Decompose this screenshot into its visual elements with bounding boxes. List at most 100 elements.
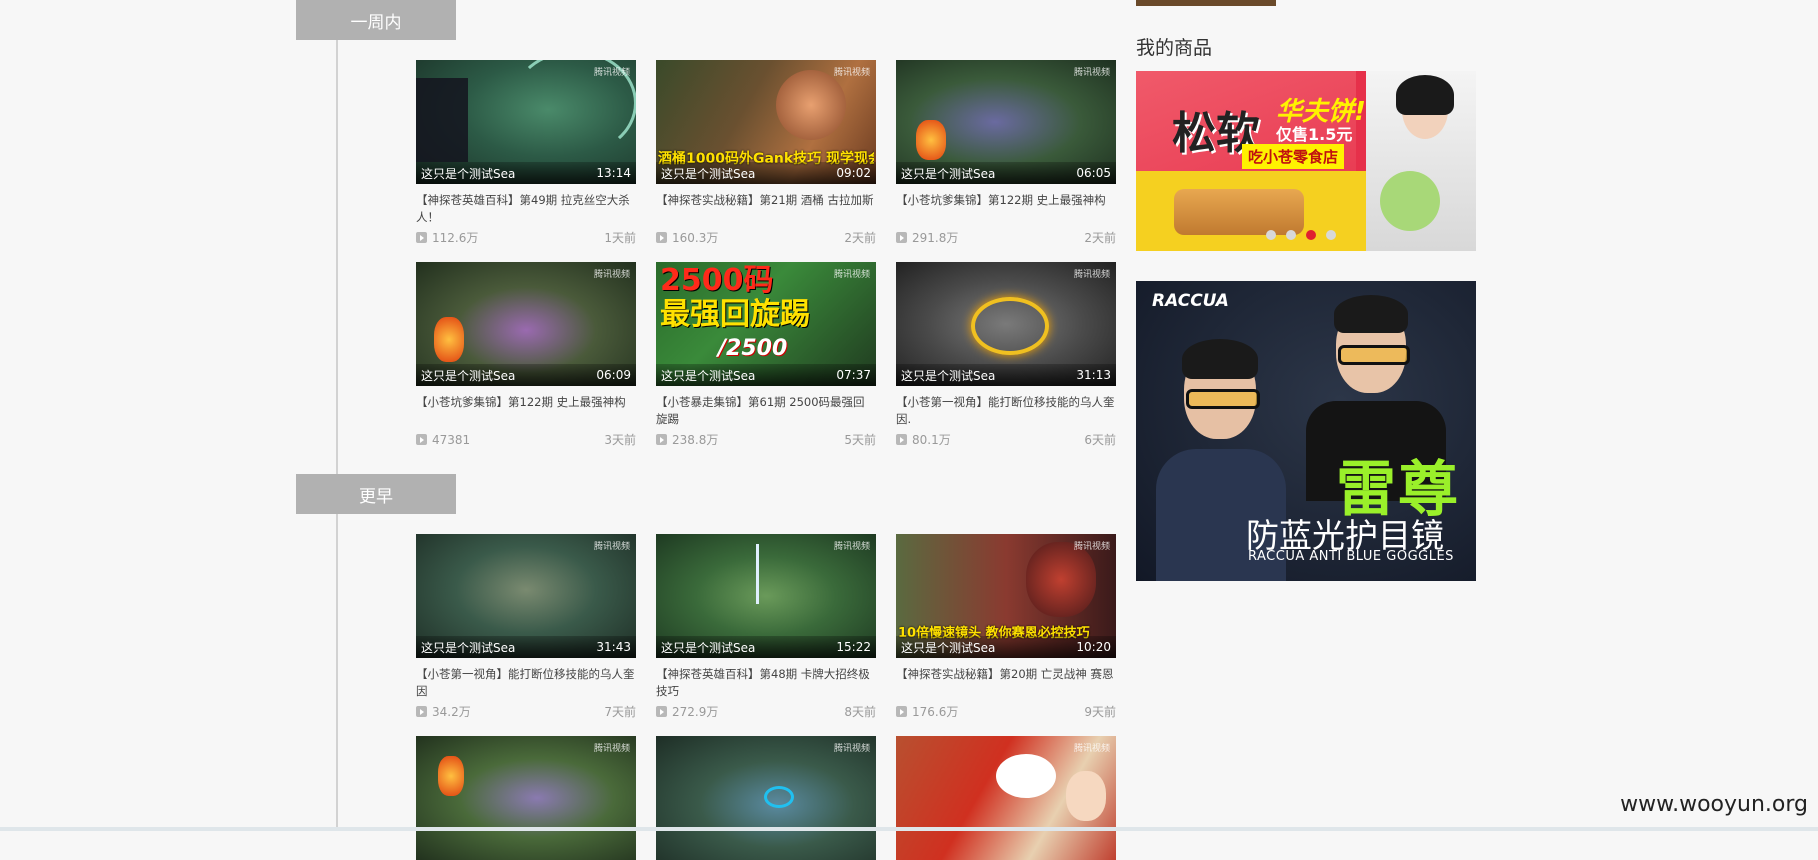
video-card[interactable]: 腾讯视频 — [416, 736, 636, 860]
video-duration: 13:14 — [596, 166, 631, 180]
video-duration: 07:37 — [836, 368, 871, 382]
video-caption: 这只是个测试Sea — [901, 368, 996, 383]
ad-waffle-shop: 吃小苍零食店 — [1242, 144, 1345, 169]
video-card[interactable]: 腾讯视频 这只是个测试Sea 31:13 【小苍第一视角】能打断位移技能的乌人奎… — [896, 262, 1116, 448]
video-card[interactable]: 腾讯视频 这只是个测试Sea 06:09 【小苍坑爹集锦】第122期 史上最强神… — [416, 262, 636, 448]
thumbnail-watermark: 腾讯视频 — [593, 744, 630, 754]
bottom-scroll-strip — [0, 827, 1818, 831]
video-caption: 这只是个测试Sea — [661, 368, 756, 383]
thumbnail-watermark: 腾讯视频 — [833, 744, 870, 754]
video-title[interactable]: 【小苍坑爹集锦】第122期 史上最强神构 — [896, 192, 1116, 226]
thumbnail-watermark: 腾讯视频 — [833, 542, 870, 552]
video-caption: 这只是个测试Sea — [421, 640, 516, 655]
timeline-line — [336, 40, 338, 831]
thumbnail-big-text: 2500码 — [660, 263, 774, 298]
carousel-dot[interactable] — [1286, 230, 1296, 240]
video-thumbnail[interactable]: 腾讯视频 这只是个测试Sea 31:43 — [416, 534, 636, 658]
thumbnail-watermark: 腾讯视频 — [1073, 68, 1110, 78]
video-duration: 09:02 — [836, 166, 871, 180]
thumbnail-caption-bar: 这只是个测试Sea 15:22 — [656, 636, 876, 658]
video-caption: 这只是个测试Sea — [901, 166, 996, 181]
video-thumbnail[interactable]: 腾讯视频 — [656, 736, 876, 860]
video-thumbnail[interactable]: 腾讯视频 — [896, 736, 1116, 860]
video-thumbnail[interactable]: 腾讯视频 这只是个测试Sea 13:14 — [416, 60, 636, 184]
view-count: 272.9万 — [672, 705, 719, 719]
video-thumbnail[interactable]: 腾讯视频 酒桶1000码外Gank技巧 现学现会 这只是个测试Sea 09:02 — [656, 60, 876, 184]
thumbnail-watermark: 腾讯视频 — [593, 68, 630, 78]
thumbnail-watermark: 腾讯视频 — [1073, 744, 1110, 754]
video-card[interactable]: 腾讯视频 — [896, 736, 1116, 860]
thumbnail-caption-bar: 这只是个测试Sea 31:43 — [416, 636, 636, 658]
ad-waffle-model — [1366, 71, 1476, 251]
video-card[interactable]: 腾讯视频 10倍慢速镜头 教你赛恩必控技巧 这只是个测试Sea 10:20 【神… — [896, 534, 1116, 720]
video-caption: 这只是个测试Sea — [661, 640, 756, 655]
ad-goggles-en: RACCUA ANTI BLUE GOGGLES — [1248, 549, 1454, 564]
carousel-dot[interactable] — [1326, 230, 1336, 240]
view-count: 238.8万 — [672, 433, 719, 447]
video-card[interactable]: 腾讯视频 这只是个测试Sea 06:05 【小苍坑爹集锦】第122期 史上最强神… — [896, 60, 1116, 246]
thumbnail-watermark: 腾讯视频 — [593, 270, 630, 280]
upload-age: 7天前 — [604, 705, 636, 719]
play-count-icon — [656, 434, 667, 445]
play-count-icon — [416, 232, 427, 243]
video-card[interactable]: 腾讯视频 — [656, 736, 876, 860]
play-count-icon — [656, 232, 667, 243]
video-title[interactable]: 【小苍第一视角】能打断位移技能的乌人奎因 — [416, 666, 636, 700]
video-thumbnail[interactable]: 腾讯视频 这只是个测试Sea 06:05 — [896, 60, 1116, 184]
video-thumbnail[interactable]: 腾讯视频 — [416, 736, 636, 860]
thumbnail-caption-bar: 这只是个测试Sea 06:05 — [896, 162, 1116, 184]
video-duration: 06:05 — [1076, 166, 1111, 180]
video-caption: 这只是个测试Sea — [661, 166, 756, 181]
video-title[interactable]: 【神探苍实战秘籍】第21期 酒桶 古拉加斯 — [656, 192, 876, 226]
video-caption: 这只是个测试Sea — [901, 640, 996, 655]
upload-age: 2天前 — [1084, 231, 1116, 245]
thumbnail-watermark: 腾讯视频 — [1073, 270, 1110, 280]
upload-age: 3天前 — [604, 433, 636, 447]
carousel-dots — [1266, 230, 1336, 240]
video-thumbnail[interactable]: 腾讯视频 这只是个测试Sea 15:22 — [656, 534, 876, 658]
upload-age: 1天前 — [604, 231, 636, 245]
section-tab-week: 一周内 — [296, 0, 456, 40]
video-card[interactable]: 2500码 最强回旋踢 /2500 腾讯视频 这只是个测试Sea 07:37 【… — [656, 262, 876, 448]
video-card[interactable]: 腾讯视频 这只是个测试Sea 31:43 【小苍第一视角】能打断位移技能的乌人奎… — [416, 534, 636, 720]
thumbnail-caption-bar: 这只是个测试Sea 06:09 — [416, 364, 636, 386]
video-title[interactable]: 【神探苍实战秘籍】第20期 亡灵战神 赛恩 — [896, 666, 1116, 700]
product-ad-waffle[interactable]: 松软 华夫饼! 仅售1.5元 吃小苍零食店 — [1136, 71, 1476, 251]
video-card[interactable]: 腾讯视频 这只是个测试Sea 15:22 【神探苍英雄百科】第48期 卡牌大招终… — [656, 534, 876, 720]
video-duration: 10:20 — [1076, 640, 1111, 654]
video-duration: 31:13 — [1076, 368, 1111, 382]
upload-age: 6天前 — [1084, 433, 1116, 447]
ad-goggles-brand: RACCUA — [1152, 291, 1229, 311]
video-title[interactable]: 【小苍暴走集锦】第61期 2500码最强回旋踢 — [656, 394, 876, 428]
play-count-icon — [416, 706, 427, 717]
carousel-dot-active[interactable] — [1306, 230, 1316, 240]
product-ad-goggles[interactable]: RACCUA 雷尊 防蓝光护目镜 RACCUA ANTI BLUE GOGGLE… — [1136, 281, 1476, 581]
thumbnail-watermark: 腾讯视频 — [1073, 542, 1110, 552]
video-card[interactable]: 腾讯视频 酒桶1000码外Gank技巧 现学现会 这只是个测试Sea 09:02… — [656, 60, 876, 246]
video-thumbnail[interactable]: 腾讯视频 10倍慢速镜头 教你赛恩必控技巧 这只是个测试Sea 10:20 — [896, 534, 1116, 658]
view-count: 160.3万 — [672, 231, 719, 245]
thumbnail-watermark: 腾讯视频 — [833, 68, 870, 78]
carousel-dot[interactable] — [1266, 230, 1276, 240]
video-caption: 这只是个测试Sea — [421, 166, 516, 181]
view-count: 291.8万 — [912, 231, 959, 245]
view-count: 176.6万 — [912, 705, 959, 719]
video-card[interactable]: 腾讯视频 这只是个测试Sea 13:14 【神探苍英雄百科】第49期 拉克丝空大… — [416, 60, 636, 246]
video-title[interactable]: 【神探苍英雄百科】第49期 拉克丝空大杀人！ — [416, 192, 636, 226]
upload-age: 5天前 — [844, 433, 876, 447]
sidebar-top-image[interactable] — [1136, 0, 1276, 6]
upload-age: 9天前 — [1084, 705, 1116, 719]
video-title[interactable]: 【神探苍英雄百科】第48期 卡牌大招终极技巧 — [656, 666, 876, 700]
play-count-icon — [416, 434, 427, 445]
video-thumbnail[interactable]: 2500码 最强回旋踢 /2500 腾讯视频 这只是个测试Sea 07:37 — [656, 262, 876, 386]
video-title[interactable]: 【小苍第一视角】能打断位移技能的乌人奎因. — [896, 394, 1116, 428]
video-title[interactable]: 【小苍坑爹集锦】第122期 史上最强神构 — [416, 394, 636, 428]
video-duration: 15:22 — [836, 640, 871, 654]
thumbnail-caption-bar: 这只是个测试Sea 31:13 — [896, 364, 1116, 386]
view-count: 80.1万 — [912, 433, 951, 447]
upload-age: 2天前 — [844, 231, 876, 245]
video-thumbnail[interactable]: 腾讯视频 这只是个测试Sea 31:13 — [896, 262, 1116, 386]
video-thumbnail[interactable]: 腾讯视频 这只是个测试Sea 06:09 — [416, 262, 636, 386]
play-count-icon — [656, 706, 667, 717]
site-watermark: www.wooyun.org — [1620, 792, 1808, 817]
